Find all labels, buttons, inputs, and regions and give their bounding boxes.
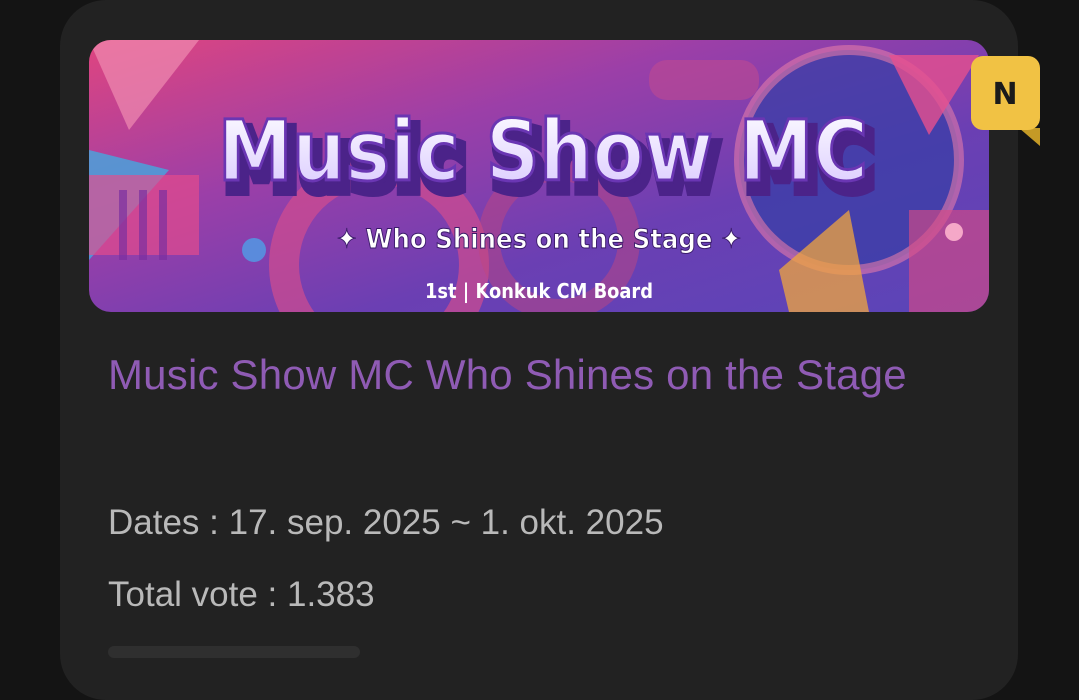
banner-tagline: ✦ Who Shines on the Stage ✦ xyxy=(337,224,742,255)
new-badge-label: N xyxy=(992,77,1017,112)
event-title[interactable]: Music Show MC Who Shines on the Stage xyxy=(108,346,928,403)
new-badge: N xyxy=(971,56,1040,148)
action-button-edge[interactable] xyxy=(108,646,360,658)
event-dates: Dates : 17. sep. 2025 ~ 1. okt. 2025 xyxy=(108,503,664,543)
dates-value: 17. sep. 2025 ~ 1. okt. 2025 xyxy=(228,503,664,542)
votes-label: Total vote : xyxy=(108,575,287,614)
event-total-votes: Total vote : 1.383 xyxy=(108,575,375,615)
votes-value: 1.383 xyxy=(286,575,375,614)
banner-footer: 1st | Konkuk CM Board xyxy=(425,279,653,303)
banner-headline: Music Show MC xyxy=(218,102,868,200)
event-banner-image[interactable]: Music Show MC Music Show MC ✦ Who Shines… xyxy=(89,40,989,312)
dates-label: Dates : xyxy=(108,503,229,542)
